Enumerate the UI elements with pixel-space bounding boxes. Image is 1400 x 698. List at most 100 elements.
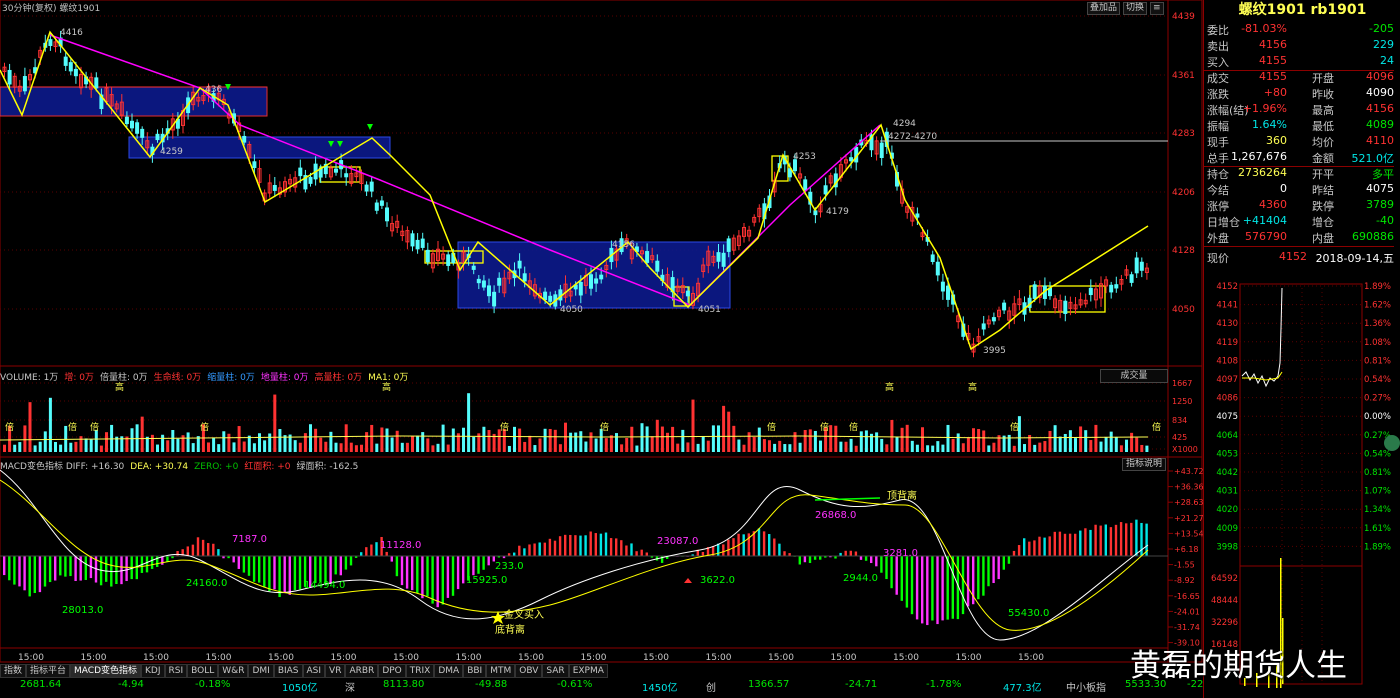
watermark-text: 黄磊的期货人生 [1130, 648, 1347, 684]
chart-canvas[interactable]: 4439 4361 4283 4206 4128 4050 1667 1250 834 425 X1… [0, 0, 1400, 698]
quote-row: 成交 4155 开盘 4096 [1204, 70, 1394, 86]
candle-body [813, 210, 818, 216]
macd-area-label: 3281.0 [883, 548, 918, 559]
macd-area-label: 3622.0 [700, 575, 735, 586]
volume-select-button[interactable]: 成交量 [1100, 369, 1168, 383]
intraday-pct-label: 0.00% [1364, 412, 1391, 422]
candle-body [308, 176, 313, 184]
indicator-tab[interactable]: 指标平台 [26, 664, 71, 678]
candle-body [594, 278, 599, 284]
indicator-tab[interactable]: ARBR [345, 664, 379, 678]
macd-bar [482, 556, 485, 570]
price-tick-label: 4206 [1172, 188, 1195, 198]
macd-bar [701, 551, 705, 556]
indicator-tab[interactable]: EXPMA [568, 664, 608, 678]
volume-bar [375, 443, 379, 452]
macd-bar [395, 556, 399, 577]
volume-bar [752, 436, 756, 452]
indicator-tab[interactable]: MTM [486, 664, 516, 678]
candle-body [63, 56, 68, 66]
macd-area-label: 23087.0 [657, 536, 698, 547]
macd-bar [615, 538, 618, 556]
macd-area-label: 11128.0 [380, 540, 421, 551]
volume-bar [1119, 445, 1123, 452]
indicator-tab[interactable]: OBV [515, 664, 543, 678]
macd-bar [314, 556, 317, 583]
volume-legend: VOLUME: 1万 增: 0万 倍量柱: 0万 生命线: 0万 缩量柱: 0万 地量柱:… [0, 370, 414, 383]
indicator-tab[interactable]: TRIX [405, 664, 435, 678]
candle-body [420, 238, 425, 248]
volume-bar [808, 429, 812, 452]
candle-body [68, 62, 73, 72]
overlay-button[interactable]: 叠加品 [1087, 2, 1121, 15]
macd-bar [319, 556, 322, 582]
intraday-price-label: 4042 [1216, 468, 1238, 478]
intraday-frame [1239, 283, 1363, 685]
indicator-tab[interactable]: MACD变色指标 [70, 664, 142, 678]
volume-legend-item: 高量柱: 0万 [314, 373, 363, 383]
ticker-item: -24.71 [845, 679, 878, 690]
indicator-tab[interactable]: DPO [378, 664, 406, 678]
indicator-tab[interactable]: KDJ [141, 664, 165, 678]
intraday-pct-label: 1.89% [1364, 282, 1391, 292]
candle-body [599, 274, 604, 280]
intraday-price-label: 4064 [1216, 431, 1238, 441]
price-tick-label: 4128 [1172, 246, 1195, 256]
quote-label: 振幅 [1207, 120, 1229, 133]
quote-label: 委比 [1207, 24, 1229, 37]
indicator-tab[interactable]: BIAS [273, 664, 303, 678]
volume-bar [671, 426, 675, 452]
macd-bar [487, 556, 490, 566]
macd-bar [390, 556, 393, 562]
indicator-tab[interactable]: 指数 [0, 664, 27, 678]
intraday-chart[interactable]: 4152 1.89% 4141 1.62% 4130 1.36% 4119 1.08% 4108… [1204, 268, 1400, 688]
quote-value: +1.96% [1242, 102, 1287, 115]
quote-label-2: 昨结 [1312, 184, 1334, 197]
macd-bar [166, 556, 169, 562]
indicator-tab[interactable]: DMA [434, 664, 464, 678]
indicator-tab[interactable]: ASI [302, 664, 326, 678]
volume-bar [446, 444, 450, 452]
intraday-pct-label: 0.54% [1364, 375, 1391, 385]
price-annotation: 4050 [560, 305, 583, 315]
candle-body [543, 291, 548, 300]
volume-bar [793, 432, 797, 452]
indicator-tab[interactable]: DMI [248, 664, 274, 678]
indicator-tab[interactable]: RSI [164, 664, 188, 678]
indicator-tab[interactable]: BBI [463, 664, 487, 678]
quote-label: 持仓 [1207, 168, 1229, 181]
macd-bar [120, 556, 123, 585]
indicator-tab[interactable]: VR [325, 664, 346, 678]
candle-body [481, 280, 486, 288]
macd-bar [798, 556, 801, 565]
macd-bar [74, 556, 77, 582]
volume-bar [538, 438, 542, 452]
volume-bar [1145, 445, 1149, 452]
candle-body [879, 142, 884, 158]
switch-button[interactable]: 切换 [1123, 2, 1148, 15]
indicator-tab[interactable]: BOLL [187, 664, 219, 678]
price-annotation: 4416 [60, 28, 83, 38]
volume-bar [589, 432, 593, 452]
indicator-tab[interactable]: SAR [542, 664, 569, 678]
macd-bar [905, 556, 909, 608]
macd-bar [1028, 541, 1031, 556]
macd-bar [344, 556, 348, 570]
quote-row: 总手 1,267,676 金额 521.0亿 [1204, 150, 1394, 167]
volume-bar [757, 427, 761, 452]
quote-value: 576790 [1245, 230, 1287, 243]
indicator-help-button[interactable]: 指标说明 [1122, 458, 1166, 471]
macd-bar [819, 556, 822, 560]
indicator-tab[interactable]: W&R [218, 664, 249, 678]
intraday-volume-label: 32296 [1211, 618, 1238, 628]
chart-toolbar: 叠加品 切换 ≡ [1087, 2, 1164, 15]
macd-bar [762, 531, 766, 556]
price-annotation: 4156 [612, 240, 635, 250]
volume-bar [1023, 444, 1026, 452]
volume-bar [411, 436, 414, 452]
intraday-pct-label: 1.34% [1364, 505, 1391, 515]
menu-button[interactable]: ≡ [1150, 2, 1164, 15]
candle-body [946, 285, 950, 300]
volume-bar [390, 437, 394, 452]
quote-value: 4156 [1259, 38, 1287, 51]
